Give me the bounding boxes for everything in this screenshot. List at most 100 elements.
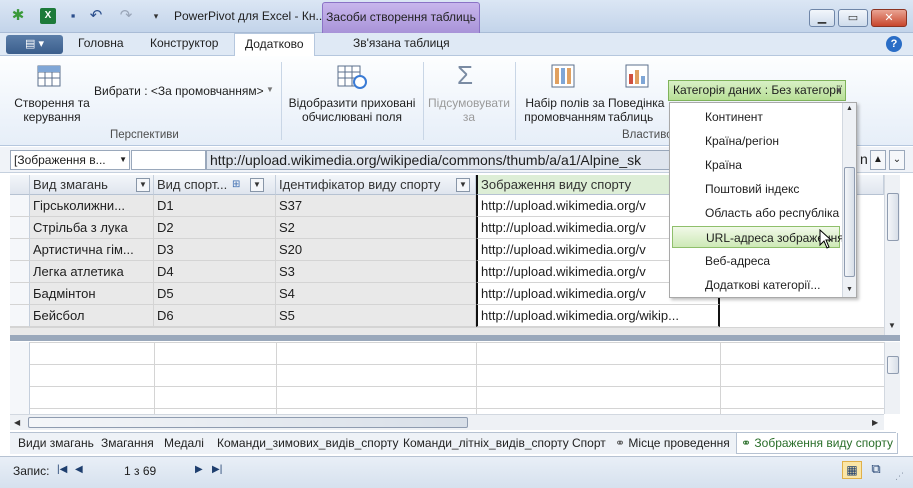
horizontal-scrollbar[interactable]: ◀ ▶ [10, 414, 884, 430]
row-header[interactable] [10, 261, 30, 283]
table-cell[interactable]: D2 [154, 217, 276, 239]
minimize-icon[interactable]: ▁ [809, 9, 835, 27]
menu-item-state-province[interactable]: Область або республіка [672, 202, 840, 224]
menu-item-more-categories[interactable]: Додаткові категорії... [672, 274, 840, 296]
sheet-tab-active[interactable]: ⚭ Зображення виду спорту [736, 433, 898, 454]
calculation-grid[interactable] [10, 342, 884, 414]
file-menu-button[interactable]: ▤ ▾ [6, 35, 63, 54]
table-cell[interactable]: S5 [276, 305, 476, 327]
sheet-tab[interactable]: Змагання [97, 433, 158, 454]
filter-dropdown-icon[interactable]: ▼ [456, 178, 470, 192]
diagram-view-icon[interactable]: ⧉ [866, 461, 886, 479]
sheet-tab[interactable]: Види змагань [14, 433, 98, 454]
summarize-by-button[interactable]: Підсумовувати за [427, 96, 511, 124]
table-cell[interactable]: Артистична гім... [30, 239, 154, 261]
perspective-select[interactable]: Вибрати : <За промовчанням> [94, 84, 264, 98]
menu-item-country[interactable]: Країна [672, 154, 840, 176]
calc-divider [154, 342, 155, 414]
table-cell[interactable]: D4 [154, 261, 276, 283]
filter-dropdown-icon[interactable]: ▼ [136, 178, 150, 192]
corner-select-all[interactable] [10, 175, 30, 195]
menu-item-country-region[interactable]: Країна/регіон [672, 130, 840, 152]
row-header[interactable] [10, 283, 30, 305]
table-cell[interactable]: D1 [154, 195, 276, 217]
sheet-tab-linked[interactable]: ⚭ Місце проведення [611, 433, 734, 454]
table-cell[interactable]: S37 [276, 195, 476, 217]
scrollbar-thumb[interactable] [887, 356, 899, 374]
table-cell[interactable]: S20 [276, 239, 476, 261]
chevron-down-icon[interactable]: ▼ [266, 85, 274, 94]
tab-design[interactable]: Конструктор [140, 33, 228, 56]
scroll-down-icon[interactable]: ▼ [846, 286, 853, 293]
dropdown-scrollbar[interactable]: ▲ ▼ [842, 103, 856, 297]
table-cell[interactable]: Бадмінтон [30, 283, 154, 305]
close-icon[interactable]: ✕ [871, 9, 907, 27]
row-header[interactable] [10, 239, 30, 261]
tab-home[interactable]: Головна [68, 33, 134, 56]
table-row[interactable]: Бейсбол D6 S5 http://upload.wikimedia.or… [10, 305, 884, 327]
perspectives-icon [37, 65, 61, 87]
table-cell[interactable]: S2 [276, 217, 476, 239]
sheet-tab[interactable]: Спорт [568, 433, 610, 454]
table-cell[interactable]: S3 [276, 261, 476, 283]
first-record-icon[interactable]: |◀ [57, 464, 67, 475]
show-hidden-button[interactable]: Відобразити приховані обчислювані поля [286, 96, 418, 124]
formula-scroll-icon[interactable]: ▲ [870, 150, 886, 170]
scroll-left-icon[interactable]: ◀ [14, 418, 20, 427]
row-header[interactable] [10, 217, 30, 239]
redo-icon[interactable]: ↷ [118, 8, 134, 24]
undo-icon[interactable]: ↶ [88, 8, 104, 24]
grid-vertical-scrollbar[interactable]: ▼ [884, 175, 900, 335]
table-cell[interactable]: D6 [154, 305, 276, 327]
scroll-up-icon[interactable]: ▲ [846, 105, 853, 112]
column-header[interactable]: Ідентифікатор виду спорту [276, 175, 476, 195]
table-cell[interactable]: Бейсбол [30, 305, 154, 327]
expand-formula-icon[interactable]: ⌄ [889, 150, 905, 170]
link-icon: ⚭ [741, 436, 752, 450]
save-icon[interactable]: ▪ [65, 8, 81, 24]
scrollbar-thumb[interactable] [844, 167, 855, 277]
calc-vertical-scrollbar[interactable] [884, 342, 900, 414]
sheet-tab[interactable]: Команди_зимових_видів_спорту [213, 433, 402, 454]
table-cell[interactable]: http://upload.wikimedia.org/wikip... [476, 305, 720, 327]
menu-item-image-url[interactable]: URL-адреса зображення [672, 226, 844, 248]
create-manage-button[interactable]: Створення та керування [10, 96, 94, 124]
resize-grip-icon[interactable]: ⋰ [895, 471, 904, 482]
excel-icon[interactable]: X [40, 8, 56, 24]
table-cell[interactable]: Легка атлетика [30, 261, 154, 283]
table-cell[interactable]: Гірськолижни... [30, 195, 154, 217]
default-fields-button[interactable]: Набір полів за промовчанням [520, 96, 610, 124]
filter-dropdown-icon[interactable]: ▼ [250, 178, 264, 192]
table-behavior-button[interactable]: Поведінка таблиць [608, 96, 668, 124]
show-hidden-icon [337, 65, 367, 89]
next-record-icon[interactable]: ▶ [195, 464, 203, 475]
table-cell[interactable]: D3 [154, 239, 276, 261]
help-icon[interactable]: ? [886, 36, 902, 52]
pane-splitter[interactable] [10, 335, 900, 341]
grid-view-icon[interactable]: ▦ [842, 461, 862, 479]
scroll-down-icon[interactable]: ▼ [888, 321, 896, 330]
table-cell[interactable]: D5 [154, 283, 276, 305]
prev-record-icon[interactable]: ◀ [75, 464, 83, 475]
column-selector[interactable]: [Зображення в... ▼ [10, 150, 130, 170]
formula-input[interactable]: http://upload.wikimedia.org/wikipedia/co… [206, 150, 692, 170]
scrollbar-thumb[interactable] [887, 193, 899, 241]
group-separator [281, 62, 282, 140]
row-header[interactable] [10, 305, 30, 327]
table-cell[interactable]: S4 [276, 283, 476, 305]
row-header[interactable] [10, 195, 30, 217]
tab-linked-table[interactable]: Зв'язана таблиця [343, 33, 460, 56]
tab-advanced[interactable]: Додатково [234, 33, 315, 57]
maximize-icon[interactable]: ▭ [838, 9, 868, 27]
menu-item-continent[interactable]: Континент [672, 106, 840, 128]
menu-item-postal-code[interactable]: Поштовий індекс [672, 178, 840, 200]
last-record-icon[interactable]: ▶| [212, 464, 222, 475]
scroll-right-icon[interactable]: ▶ [872, 418, 878, 427]
table-cell[interactable]: Стрільба з лука [30, 217, 154, 239]
sheet-tab[interactable]: Медалі [160, 433, 208, 454]
sheet-tab[interactable]: Команди_літніх_видів_спорту [399, 433, 573, 454]
data-category-button[interactable]: Категорія даних : Без категорії ▼ [668, 80, 846, 101]
menu-item-web-url[interactable]: Веб-адреса [672, 250, 840, 272]
scrollbar-thumb[interactable] [28, 417, 468, 428]
customize-quick-access-icon[interactable]: ▾ [148, 8, 164, 24]
